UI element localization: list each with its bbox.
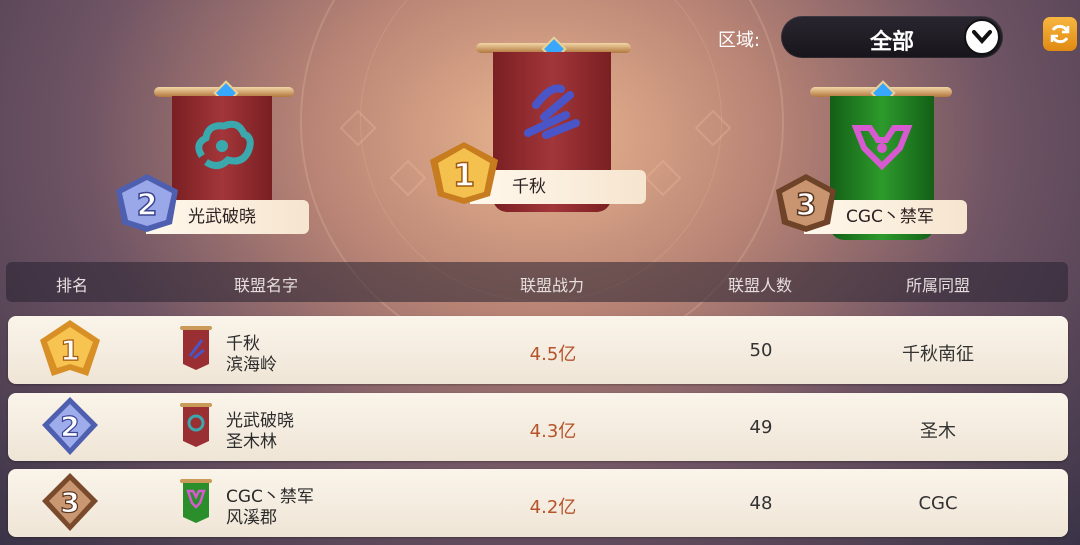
- server-name: 风溪郡: [226, 508, 277, 528]
- silver-rank-badge-icon: 2: [116, 174, 178, 232]
- region-dropdown[interactable]: 全部: [781, 16, 1003, 58]
- rank-number: 2: [60, 410, 79, 443]
- tribal-emblem-icon: [851, 125, 913, 171]
- header-rank: 排名: [55, 276, 88, 295]
- table-row[interactable]: 1 千秋 滨海岭 4.5亿 50 千秋南征: [8, 316, 1068, 384]
- table-header: 排名 联盟名字 联盟战力 联盟人数 所属同盟: [6, 262, 1068, 302]
- header-alliance-power: 联盟战力: [519, 276, 584, 295]
- affiliated-alliance: 圣木: [920, 421, 956, 442]
- header-member-count: 联盟人数: [727, 276, 792, 295]
- bronze-rank-badge-icon: 3: [776, 174, 836, 232]
- bronze-rank-badge-icon: 3: [42, 473, 98, 531]
- rank-number: 1: [453, 156, 475, 194]
- silver-rank-badge-icon: 2: [42, 397, 98, 455]
- alliance-power: 4.2亿: [529, 497, 577, 518]
- rank-number: 2: [137, 188, 158, 223]
- chevron-down-icon[interactable]: [964, 19, 1000, 55]
- red-banner-icon: [180, 403, 212, 447]
- rank-number: 3: [796, 188, 817, 223]
- alliance-power: 4.3亿: [529, 421, 577, 442]
- rank-number: 3: [60, 486, 79, 519]
- cloud-emblem-icon: [195, 120, 254, 169]
- refresh-button[interactable]: [1043, 17, 1077, 51]
- table-row[interactable]: 2 光武破晓 圣木林 4.3亿 49 圣木: [8, 393, 1068, 461]
- server-name: 滨海岭: [226, 355, 277, 375]
- green-banner-icon: [180, 479, 212, 523]
- alliance-power: 4.5亿: [529, 344, 577, 365]
- server-name: 圣木林: [226, 432, 277, 452]
- affiliated-alliance: CGC: [918, 493, 958, 514]
- header-alliance-name: 联盟名字: [233, 276, 298, 295]
- region-label: 区域:: [718, 30, 761, 51]
- member-count: 49: [749, 417, 773, 438]
- affiliated-alliance: 千秋南征: [902, 344, 974, 365]
- table-row[interactable]: 3 CGC丶禁军 风溪郡 4.2亿 48 CGC: [8, 469, 1068, 537]
- refresh-icon: [1050, 24, 1070, 44]
- member-count: 48: [749, 493, 773, 514]
- rank-number: 1: [60, 334, 79, 367]
- header-affiliated-alliance: 所属同盟: [905, 276, 970, 295]
- gold-rank-badge-icon: 1: [430, 142, 498, 204]
- member-count: 50: [749, 340, 773, 361]
- swirl-emblem-icon: [524, 84, 580, 139]
- red-banner-icon: [180, 326, 212, 370]
- gold-rank-badge-icon: 1: [40, 320, 100, 376]
